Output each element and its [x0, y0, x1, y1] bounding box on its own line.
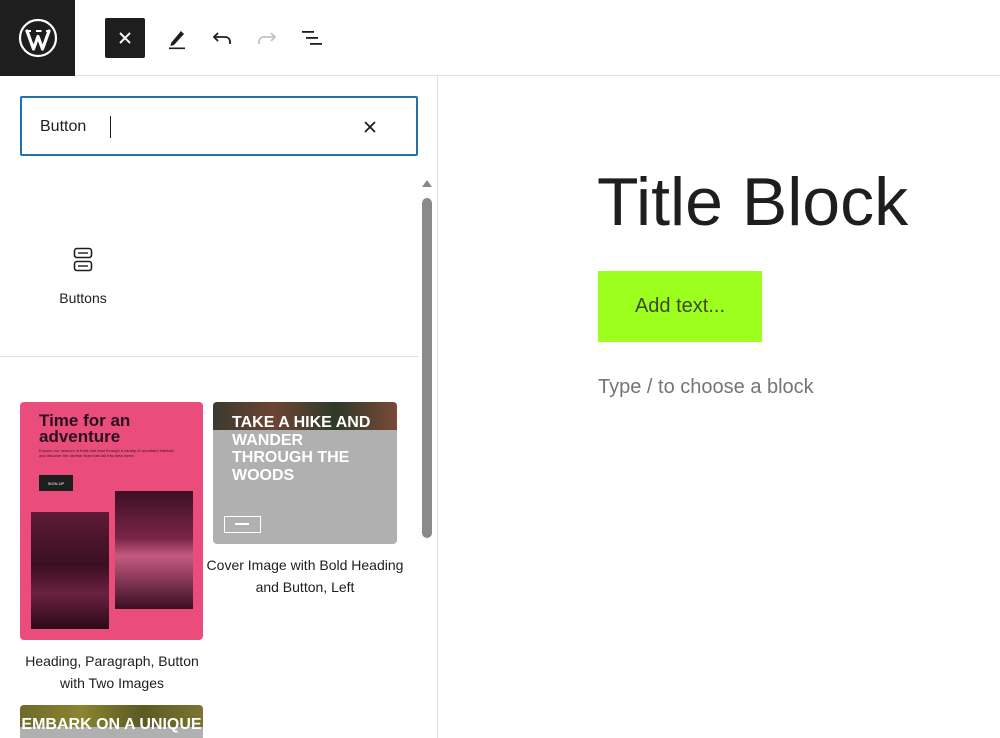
clear-search-button[interactable] — [358, 115, 382, 139]
tools-button[interactable] — [157, 18, 197, 58]
pattern-preview-image-forest — [31, 512, 109, 629]
pattern-preview-cover-image-left[interactable]: TAKE A HIKE AND WANDER THROUGH THE WOODS — [213, 402, 397, 544]
block-inserter-panel: Buttons Time for an adventure Explore ou… — [0, 76, 438, 738]
editor-canvas: Title Block Add text... Type / to choose… — [439, 76, 1000, 738]
pattern-preview-image-waterfall — [115, 491, 193, 609]
pattern-caption: Heading, Paragraph, Button with Two Imag… — [25, 653, 199, 691]
wordpress-logo[interactable] — [0, 0, 75, 76]
text-caret — [110, 116, 111, 138]
search-input[interactable] — [40, 116, 340, 138]
undo-icon — [212, 32, 231, 44]
pattern-preview-title: Time for an adventure — [39, 411, 131, 446]
redo-button[interactable] — [247, 18, 287, 58]
buttons-icon — [73, 247, 93, 272]
pattern-preview-button — [224, 516, 261, 533]
post-title[interactable]: Title Block — [597, 162, 908, 242]
undo-button[interactable] — [202, 18, 242, 58]
pattern-preview-title: TAKE A HIKE AND WANDER THROUGH THE WOODS — [232, 414, 371, 484]
list-view-button[interactable] — [292, 18, 332, 58]
close-icon — [364, 121, 376, 133]
wordpress-logo-icon — [18, 18, 57, 58]
close-icon — [119, 32, 131, 44]
pattern-preview-title: EMBARK ON A UNIQUE — [21, 716, 202, 733]
section-divider — [0, 356, 418, 357]
scroll-up-arrow[interactable] — [422, 180, 432, 187]
block-appender-prompt[interactable]: Type / to choose a block — [598, 376, 814, 399]
close-inserter-button[interactable] — [105, 18, 145, 58]
list-view-icon — [302, 31, 322, 45]
pattern-preview-heading-paragraph-button[interactable]: Time for an adventure Explore our networ… — [20, 402, 203, 640]
edit-pencil-icon — [169, 31, 185, 50]
editor-toolbar — [0, 0, 1000, 76]
pattern-caption: Cover Image with Bold Heading and Button… — [206, 557, 404, 595]
block-item-buttons[interactable]: Buttons — [40, 236, 126, 326]
pattern-preview-button: SIGN UP — [39, 475, 73, 491]
button-block[interactable]: Add text... — [598, 271, 762, 342]
scrollbar-thumb[interactable] — [422, 198, 432, 538]
inserter-search — [20, 96, 418, 156]
redo-icon — [258, 32, 277, 44]
pattern-preview-embark[interactable]: EMBARK ON A UNIQUE — [20, 705, 203, 738]
block-item-label: Buttons — [59, 290, 107, 306]
pattern-preview-body: Explore our network of trails that lead … — [39, 448, 174, 458]
